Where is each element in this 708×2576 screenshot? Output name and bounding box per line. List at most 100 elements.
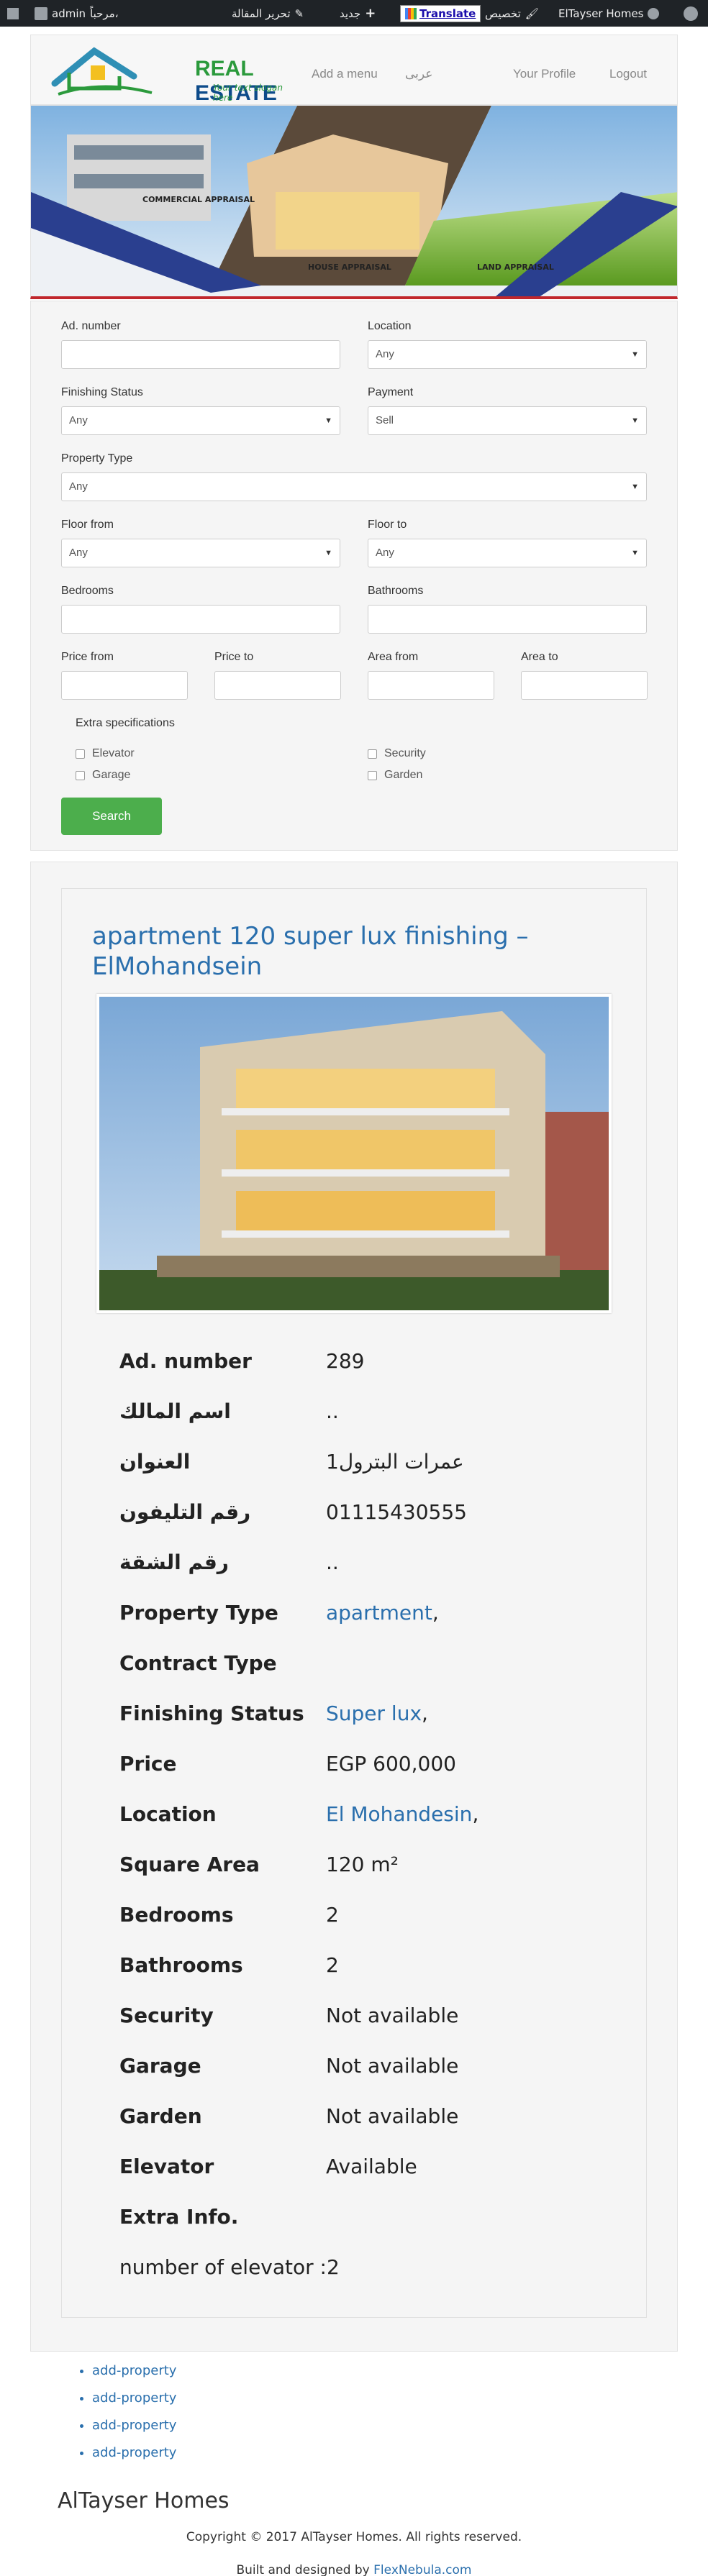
property-type-select[interactable]: Any ▼ [61, 472, 647, 501]
elevator-checkbox[interactable]: Elevator [76, 747, 135, 760]
wordpress-menu[interactable] [684, 0, 698, 27]
chevron-down-icon: ▼ [631, 549, 639, 557]
finishing-status-link[interactable]: Super lux [326, 1702, 422, 1725]
price-from-label: Price from [61, 651, 114, 663]
site-name: ElTayser Homes [558, 6, 644, 20]
location-label: Location [368, 320, 412, 332]
comma-separator: , [432, 1601, 439, 1625]
checkbox-box[interactable] [368, 749, 377, 759]
checkbox-box[interactable] [368, 770, 377, 780]
built-by-prefix: Built and designed by [236, 2563, 370, 2576]
new-label: جديد [340, 6, 361, 20]
area-to-input[interactable] [521, 671, 648, 700]
listing-photo[interactable] [96, 994, 612, 1313]
price-to-label: Price to [214, 651, 254, 663]
translate-button[interactable]: Translate [400, 0, 481, 27]
chevron-down-icon: ▼ [324, 416, 332, 425]
banner-label-house: HOUSE APPRAISAL [308, 262, 391, 272]
price-from-input[interactable] [61, 671, 188, 700]
detail-value-square-area: 120 m² [326, 1853, 399, 1876]
location-link[interactable]: El Mohandesin [326, 1802, 472, 1826]
user-account-link[interactable]: admin مرحباً، [35, 0, 119, 27]
location-select-value: Any [376, 348, 394, 360]
greeting-text: مرحباً، [90, 6, 119, 20]
property-search-form: Ad. number Location Any ▼ Finishing Statu… [30, 301, 678, 851]
nav-logout[interactable]: Logout [609, 67, 647, 81]
comma-separator: , [472, 1802, 479, 1826]
hero-banner: COMMERCIAL APPRAISAL HOUSE APPRAISAL LAN… [30, 105, 678, 299]
ad-number-label: Ad. number [61, 320, 121, 332]
detail-value-phone: 01115430555 [326, 1500, 467, 1524]
bedrooms-input[interactable] [61, 605, 340, 634]
area-from-input[interactable] [368, 671, 494, 700]
detail-value-garage: Not available [326, 2054, 459, 2078]
price-to-input[interactable] [214, 671, 341, 700]
floor-from-select[interactable]: Any ▼ [61, 539, 340, 567]
detail-label-phone: رقم التليفون [119, 1500, 251, 1524]
detail-value-finishing-status: Super lux, [326, 1702, 428, 1725]
garden-checkbox[interactable]: Garden [368, 769, 422, 782]
footer-link-add-property[interactable]: add-property [92, 2390, 176, 2418]
customize-link[interactable]: تخصيص 🖌 [485, 0, 539, 27]
area-from-label: Area from [368, 651, 419, 663]
footer-link-add-property[interactable]: add-property [92, 2418, 176, 2445]
footer-brand: AlTayser Homes [58, 2488, 230, 2513]
new-content-link[interactable]: جديد + [340, 0, 376, 27]
floor-to-select[interactable]: Any ▼ [368, 539, 647, 567]
checkbox-box[interactable] [76, 770, 85, 780]
detail-label-bathrooms: Bathrooms [119, 1953, 243, 1977]
footer-link-add-property[interactable]: add-property [92, 2445, 176, 2472]
site-logo[interactable]: REAL ESTATE Your text slogan here [51, 44, 296, 105]
google-translate-icon [405, 7, 417, 19]
detail-value-location: El Mohandesin, [326, 1802, 478, 1826]
chevron-down-icon: ▼ [324, 549, 332, 557]
house-logo-icon [51, 47, 153, 96]
detail-label-apartment-number: رقم الشقة [119, 1550, 229, 1574]
nav-add-menu[interactable]: Add a menu [312, 67, 378, 81]
built-by: Built and designed by FlexNebula.com [0, 2563, 708, 2576]
detail-label-square-area: Square Area [119, 1853, 260, 1876]
site-header: REAL ESTATE Your text slogan here Add a … [30, 35, 678, 105]
bedrooms-label: Bedrooms [61, 585, 114, 597]
listing-section: apartment 120 super lux finishing – ElMo… [30, 862, 678, 2352]
security-checkbox-label: Security [384, 747, 426, 759]
detail-label-ad-number: Ad. number [119, 1349, 252, 1373]
customize-label: تخصيص [485, 6, 521, 20]
avatar [35, 6, 47, 20]
finishing-status-select[interactable]: Any ▼ [61, 406, 340, 435]
detail-value-apartment-number: .. [326, 1550, 339, 1574]
flexnebula-link[interactable]: FlexNebula.com [373, 2563, 471, 2576]
location-select[interactable]: Any ▼ [368, 340, 647, 369]
banner-label-land: LAND APPRAISAL [477, 262, 554, 272]
detail-value-property-type: apartment, [326, 1601, 439, 1625]
floor-to-value: Any [376, 547, 394, 559]
bathrooms-input[interactable] [368, 605, 647, 634]
wordpress-logo-icon [684, 6, 698, 21]
floor-from-label: Floor from [61, 519, 114, 531]
payment-select[interactable]: Sell ▼ [368, 406, 647, 435]
garden-checkbox-label: Garden [384, 769, 423, 781]
checkbox-box[interactable] [76, 749, 85, 759]
detail-label-finishing-status: Finishing Status [119, 1702, 304, 1725]
search-button[interactable]: Search [61, 798, 162, 835]
listing-title[interactable]: apartment 120 super lux finishing – ElMo… [92, 921, 596, 982]
admin-bar: admin مرحباً، تحرير المقالة ✎ جديد + Tra… [0, 0, 708, 27]
plus-icon: + [365, 6, 376, 21]
security-checkbox[interactable]: Security [368, 747, 426, 760]
detail-value-security: Not available [326, 2004, 459, 2027]
edit-post-link[interactable]: تحرير المقالة ✎ [232, 0, 304, 27]
detail-value-address: عمرات البترول1 [326, 1450, 464, 1474]
user-account-menu[interactable] [7, 0, 19, 27]
detail-label-owner-name: اسم المالك [119, 1399, 231, 1423]
footer-link-add-property[interactable]: add-property [92, 2363, 176, 2390]
chevron-down-icon: ▼ [631, 483, 639, 491]
copyright-text: Copyright © 2017 AlTayser Homes. All rig… [186, 2530, 522, 2544]
nav-your-profile[interactable]: Your Profile [513, 67, 576, 81]
property-type-link[interactable]: apartment [326, 1601, 432, 1625]
garage-checkbox[interactable]: Garage [76, 769, 130, 782]
nav-arabic[interactable]: عربى [405, 67, 432, 81]
site-name-link[interactable]: ElTayser Homes [558, 0, 660, 27]
floor-to-label: Floor to [368, 519, 407, 531]
ad-number-input[interactable] [61, 340, 340, 369]
detail-label-elevator: Elevator [119, 2155, 214, 2178]
